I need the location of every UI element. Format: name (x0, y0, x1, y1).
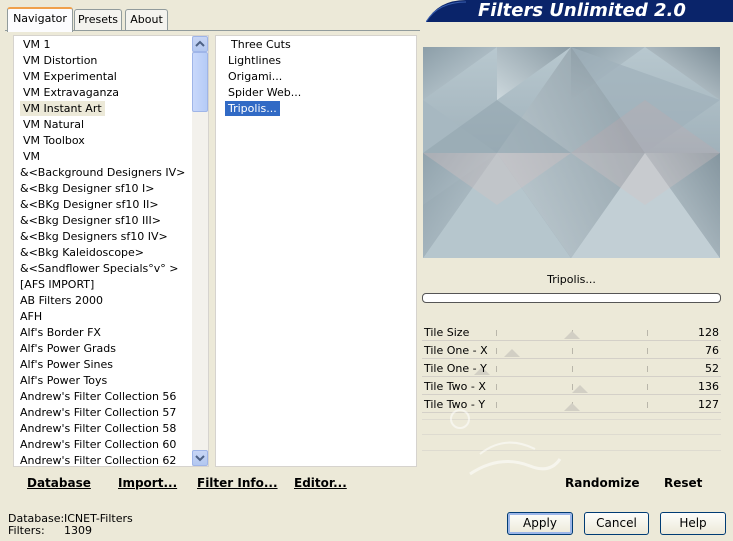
category-item[interactable]: Alf's Border FX (17, 325, 104, 340)
editor-button[interactable]: Editor... (294, 474, 347, 492)
slider-tick (496, 330, 497, 336)
progress-bar (422, 293, 721, 303)
category-list[interactable]: VM 1 VM Distortion VM Experimental VM Extra… (13, 35, 209, 467)
category-item[interactable]: Andrew's Filter Collection 58 (17, 421, 179, 436)
slider-tick (647, 366, 648, 372)
scroll-thumb[interactable] (192, 52, 208, 112)
slider-tick (572, 366, 573, 372)
category-scrollbar[interactable] (192, 36, 208, 466)
param-label: Tile One - X (424, 344, 488, 357)
slider-tick (647, 330, 648, 336)
param-row[interactable]: Tile Two - X 136 (422, 378, 721, 396)
filter-item[interactable]: Tripolis... (225, 101, 280, 116)
category-item[interactable]: Alf's Power Grads (17, 341, 119, 356)
category-item[interactable]: [AFS IMPORT] (17, 277, 97, 292)
category-item[interactable]: VM (20, 149, 43, 164)
category-item[interactable]: VM Experimental (20, 69, 120, 84)
help-button[interactable]: Help (660, 512, 726, 535)
filter-info-button[interactable]: Filter Info... (197, 474, 278, 492)
slider-tick (572, 348, 573, 354)
filter-item[interactable]: Spider Web... (225, 85, 304, 100)
category-item[interactable]: VM 1 (20, 37, 54, 52)
param-slider-track[interactable] (422, 358, 721, 359)
tab-presets[interactable]: Presets (74, 9, 122, 30)
category-item[interactable]: Andrew's Filter Collection 56 (17, 389, 179, 404)
category-item[interactable]: &<Bkg Kaleidoscope> (17, 245, 147, 260)
category-item[interactable]: Andrew's Filter Collection 60 (17, 437, 179, 452)
reset-button[interactable]: Reset (664, 474, 702, 492)
category-item[interactable]: Andrew's Filter Collection 62 (17, 453, 179, 468)
category-item[interactable]: &<Bkg Designers sf10 IV> (17, 229, 171, 244)
filter-preview-image (423, 47, 720, 258)
param-slider-track[interactable] (422, 394, 721, 395)
slider-tick (496, 366, 497, 372)
filter-item[interactable]: Origami... (225, 69, 285, 84)
param-slider-thumb[interactable] (504, 349, 520, 357)
filters-status-value: 1309 (64, 524, 92, 537)
slider-tick (647, 402, 648, 408)
cancel-button[interactable]: Cancel (584, 512, 649, 535)
category-item[interactable]: VM Extravaganza (20, 85, 122, 100)
chevron-up-icon (195, 40, 205, 47)
param-value: 136 (698, 380, 719, 393)
apply-button[interactable]: Apply (507, 512, 573, 535)
database-button[interactable]: Database (27, 474, 91, 492)
chevron-down-icon (195, 455, 205, 462)
scroll-down-button[interactable] (192, 450, 208, 466)
category-item[interactable]: VM Toolbox (20, 133, 88, 148)
category-item[interactable]: &<Background Designers IV> (17, 165, 188, 180)
filter-list[interactable]: Three Cuts Lightlines Origami... Spider Web… (215, 35, 417, 467)
randomize-button[interactable]: Randomize (565, 474, 639, 492)
slider-tick (647, 384, 648, 390)
category-item[interactable]: Alf's Power Toys (17, 373, 110, 388)
param-slider-track[interactable] (422, 376, 721, 377)
filters-status-label: Filters: (8, 524, 45, 537)
category-item[interactable]: VM Distortion (20, 53, 100, 68)
param-label: Tile Size (424, 326, 470, 339)
category-item[interactable]: Alf's Power Sines (17, 357, 116, 372)
param-value: 76 (705, 344, 719, 357)
param-label: Tile One - Y (424, 362, 487, 375)
watermark-logo (450, 409, 562, 476)
category-item[interactable]: &<BKg Designer sf10 II> (17, 197, 162, 212)
tab-about[interactable]: About (125, 9, 168, 30)
slider-tick (647, 348, 648, 354)
category-item[interactable]: Andrew's Filter Collection 57 (17, 405, 179, 420)
category-item[interactable]: VM Instant Art (20, 101, 105, 116)
filter-item[interactable]: Lightlines (225, 53, 284, 68)
tab-navigator[interactable]: Navigator (7, 7, 73, 32)
param-slider-thumb[interactable] (564, 331, 580, 339)
param-label: Tile Two - X (424, 380, 486, 393)
filter-name-display: Tripolis... (422, 269, 721, 291)
filter-item[interactable]: Three Cuts (228, 37, 294, 52)
param-row[interactable]: Tile One - X 76 (422, 342, 721, 360)
banner-title: Filters Unlimited 2.0 (478, 0, 686, 21)
category-item[interactable]: &<Bkg Designer sf10 III> (17, 213, 164, 228)
category-item[interactable]: VM Natural (20, 117, 87, 132)
param-value: 52 (705, 362, 719, 375)
category-item[interactable]: AFH (17, 309, 45, 324)
scroll-up-button[interactable] (192, 36, 208, 52)
category-item[interactable]: AB Filters 2000 (17, 293, 106, 308)
import-button[interactable]: Import... (118, 474, 177, 492)
param-slider-thumb[interactable] (572, 385, 588, 393)
param-value: 128 (698, 326, 719, 339)
slider-tick (496, 348, 497, 354)
slider-tick (496, 384, 497, 390)
param-row[interactable]: Tile Size 128 (422, 324, 721, 342)
param-row[interactable]: Tile One - Y 52 (422, 360, 721, 378)
category-item[interactable]: &<Bkg Designer sf10 I> (17, 181, 158, 196)
param-slider-track[interactable] (422, 340, 721, 341)
param-value: 127 (698, 398, 719, 411)
category-item[interactable]: &<Sandflower Specials°v° > (17, 261, 182, 276)
